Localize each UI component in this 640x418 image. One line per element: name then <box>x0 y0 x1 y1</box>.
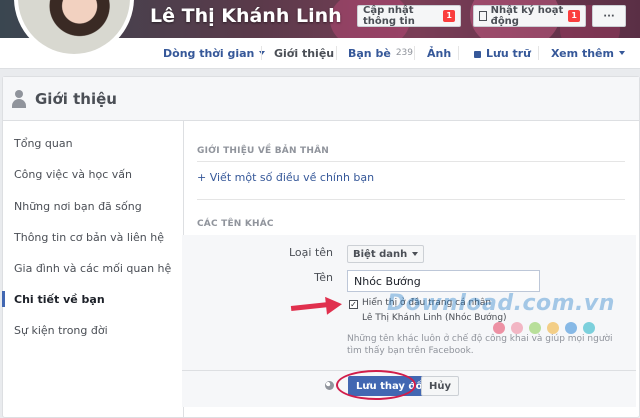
tab-photos-label: Ảnh <box>427 46 452 60</box>
chevron-down-icon <box>618 51 625 55</box>
watermark-logo: Download.com.vn <box>387 291 615 316</box>
person-icon <box>11 89 27 108</box>
tab-friends-label: Bạn bè <box>348 46 391 60</box>
activity-log-label: Nhật ký hoạt động <box>490 5 564 27</box>
active-indicator <box>2 291 5 307</box>
sidebar-item-work-education[interactable]: Công việc và học vấn <box>14 168 132 181</box>
nav-divider <box>336 46 337 60</box>
more-options-button[interactable]: ··· <box>592 5 626 27</box>
about-sidebar: Tổng quan Công việc và học vấn Những nơi… <box>2 121 184 417</box>
arrow-head-icon <box>325 295 343 315</box>
panel-header: Giới thiệu <box>3 77 639 121</box>
name-label: Tên <box>314 271 333 284</box>
globe-icon[interactable] <box>325 381 334 390</box>
nav-divider <box>458 46 459 60</box>
tab-photos[interactable]: Ảnh <box>427 38 451 68</box>
tab-archive[interactable]: Lưu trữ <box>474 38 531 68</box>
write-about-link[interactable]: + Viết một số điều về chính bạn <box>197 171 374 184</box>
about-yourself-heading: GIỚI THIỆU VỀ BẢN THÂN <box>197 146 329 156</box>
watermark-dot <box>511 322 523 334</box>
tab-about[interactable]: Giới thiệu <box>274 38 334 68</box>
name-field[interactable] <box>347 270 540 292</box>
tab-archive-label: Lưu trữ <box>486 46 532 60</box>
section-divider <box>197 161 625 162</box>
lock-icon <box>474 50 481 58</box>
watermark-dot <box>583 322 595 334</box>
cancel-button[interactable]: Hủy <box>421 376 460 396</box>
other-names-heading: CÁC TÊN KHÁC <box>197 219 274 229</box>
sidebar-item-life-events[interactable]: Sự kiện trong đời <box>14 324 108 337</box>
privacy-note: Những tên khác luôn ở chế độ công khai v… <box>347 334 613 356</box>
tab-see-more-label: Xem thêm <box>551 46 614 60</box>
nav-divider <box>261 46 262 60</box>
update-info-label: Cập nhật thông tin <box>363 5 415 27</box>
watermark-dot <box>493 322 505 334</box>
activity-log-button[interactable]: Nhật ký hoạt động 1 <box>473 5 586 27</box>
save-highlight-circle <box>336 370 416 400</box>
name-type-select[interactable]: Biệt danh <box>347 245 425 263</box>
sidebar-item-details-about-you[interactable]: Chi tiết về bạn <box>14 293 105 306</box>
tab-timeline-label: Dòng thời gian <box>163 46 255 60</box>
profile-name[interactable]: Lê Thị Khánh Linh <box>150 5 342 27</box>
show-on-profile-checkbox[interactable]: ✓ <box>349 300 358 309</box>
sidebar-item-family-relationships[interactable]: Gia đình và các mối quan hệ <box>14 262 171 275</box>
name-type-value: Biệt danh <box>353 248 408 260</box>
tab-friends[interactable]: Bạn bè 239 <box>348 38 413 68</box>
sidebar-item-contact-basic-info[interactable]: Thông tin cơ bản và liên hệ <box>14 231 164 244</box>
section-divider <box>197 199 625 200</box>
sidebar-item-overview[interactable]: Tổng quan <box>14 137 73 150</box>
watermark-dot <box>547 322 559 334</box>
more-options-icon: ··· <box>603 10 615 22</box>
friends-count: 239 <box>395 48 413 58</box>
update-info-badge: 1 <box>443 10 455 22</box>
tab-timeline[interactable]: Dòng thời gian <box>163 38 266 68</box>
activity-log-icon <box>479 11 487 21</box>
page-title: Giới thiệu <box>35 89 117 108</box>
activity-log-badge: 1 <box>568 10 580 22</box>
watermark-dot <box>529 322 541 334</box>
chevron-down-icon <box>412 252 419 256</box>
tab-see-more[interactable]: Xem thêm <box>551 38 625 68</box>
watermark-dots <box>493 322 595 334</box>
update-info-button[interactable]: Cập nhật thông tin 1 <box>357 5 461 27</box>
nav-divider <box>538 46 539 60</box>
tab-about-label: Giới thiệu <box>274 46 335 60</box>
name-type-label: Loại tên <box>288 246 333 259</box>
watermark-dot <box>565 322 577 334</box>
sidebar-item-places-lived[interactable]: Những nơi bạn đã sống <box>14 200 142 213</box>
nav-divider <box>414 46 415 60</box>
